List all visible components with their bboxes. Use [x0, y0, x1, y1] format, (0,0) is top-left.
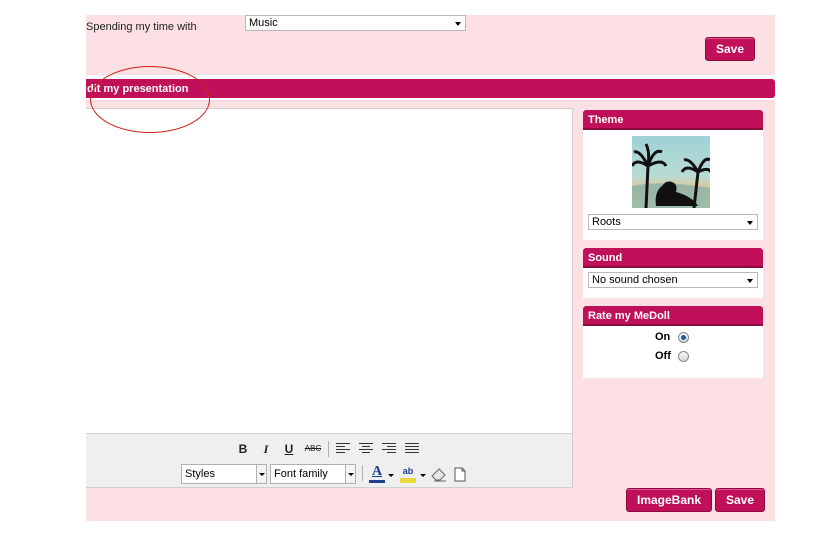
- toolbar-separator: [362, 465, 363, 481]
- spending-label: Spending my time with: [86, 21, 197, 33]
- align-center-icon[interactable]: [359, 443, 373, 455]
- italic-button[interactable]: I: [259, 442, 273, 456]
- rate-off-label: Off: [655, 350, 671, 362]
- align-justify-icon[interactable]: [405, 443, 419, 455]
- spending-select-value: Music: [249, 17, 278, 29]
- align-right-icon[interactable]: [382, 443, 396, 455]
- section-header: dit my presentation: [86, 79, 775, 98]
- sound-select[interactable]: No sound chosen: [588, 272, 758, 288]
- theme-select-value: Roots: [592, 216, 621, 228]
- strikethrough-button[interactable]: ABC: [303, 442, 323, 456]
- chevron-down-icon[interactable]: [420, 474, 426, 477]
- styles-select-label: Styles: [185, 468, 215, 480]
- eraser-icon[interactable]: [431, 468, 447, 485]
- top-panel: Spending my time with Music Save: [86, 15, 775, 75]
- font-color-icon[interactable]: A: [369, 465, 385, 483]
- styles-select[interactable]: Styles: [181, 464, 267, 484]
- highlight-color-icon[interactable]: ab: [399, 465, 417, 483]
- theme-title: Theme: [583, 110, 763, 130]
- top-save-button[interactable]: Save: [705, 37, 755, 61]
- rich-text-editor[interactable]: B I U ABC Styles Font family A ab: [86, 108, 573, 488]
- rate-off-radio[interactable]: [678, 351, 689, 362]
- chevron-down-icon: [747, 221, 753, 225]
- theme-select[interactable]: Roots: [588, 214, 758, 230]
- toolbar-separator: [328, 441, 329, 457]
- font-family-select[interactable]: Font family: [270, 464, 356, 484]
- rate-box: Rate my MeDoll On Off: [583, 306, 763, 378]
- underline-button[interactable]: U: [282, 442, 296, 456]
- chevron-down-icon: [256, 465, 266, 483]
- rate-on-radio[interactable]: [678, 332, 689, 343]
- sound-title: Sound: [583, 248, 763, 268]
- theme-thumbnail[interactable]: [632, 136, 710, 208]
- chevron-down-icon: [747, 279, 753, 283]
- editor-toolbar: B I U ABC Styles Font family A ab: [86, 433, 572, 487]
- bottom-save-button[interactable]: Save: [715, 488, 765, 512]
- new-document-icon[interactable]: [454, 467, 466, 485]
- sound-box: Sound No sound chosen: [583, 248, 763, 298]
- theme-box: Theme Roots: [583, 110, 763, 240]
- spending-select[interactable]: Music: [245, 15, 466, 31]
- chevron-down-icon[interactable]: [388, 474, 394, 477]
- main-panel: B I U ABC Styles Font family A ab Theme …: [86, 100, 775, 521]
- imagebank-button[interactable]: ImageBank: [626, 488, 712, 512]
- sound-select-value: No sound chosen: [592, 274, 678, 286]
- rate-title: Rate my MeDoll: [583, 306, 763, 326]
- chevron-down-icon: [455, 22, 461, 26]
- align-left-icon[interactable]: [336, 443, 350, 455]
- chevron-down-icon: [345, 465, 355, 483]
- font-family-select-label: Font family: [274, 468, 328, 480]
- bold-button[interactable]: B: [236, 442, 250, 456]
- section-title: dit my presentation: [87, 83, 189, 95]
- rate-on-label: On: [655, 331, 671, 343]
